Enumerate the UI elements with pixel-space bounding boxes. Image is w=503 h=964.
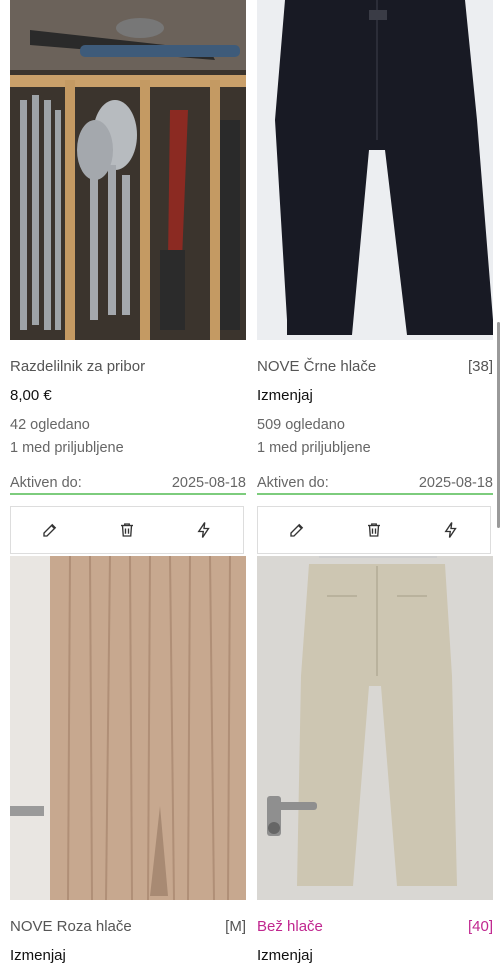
listing-price: Izmenjaj [257, 947, 313, 964]
active-date: 2025-08-18 [171, 475, 246, 491]
listing-favorites: 1 med priljubljene [257, 440, 371, 456]
listing-title-text[interactable]: NOVE Roza hlače [10, 918, 132, 935]
page-scrollbar[interactable] [497, 322, 500, 528]
listing-title[interactable]: Razdelilnik za pribor [10, 358, 246, 375]
trash-icon[interactable] [115, 518, 139, 542]
pencil-icon[interactable] [285, 518, 309, 542]
listing-title-text[interactable]: NOVE Črne hlače [257, 358, 376, 375]
listing-title[interactable]: NOVE Črne hlače [38] [257, 358, 493, 375]
listing-title-text[interactable]: Bež hlače [257, 918, 323, 935]
listing-title-text[interactable]: Razdelilnik za pribor [10, 358, 145, 375]
lightning-icon[interactable] [192, 518, 216, 542]
listing-size: [40] [467, 918, 493, 935]
listing-title[interactable]: NOVE Roza hlače [M] [10, 918, 246, 935]
listing-size: [M] [225, 918, 246, 935]
listing-price: Izmenjaj [257, 387, 313, 404]
listing-photo-pink-trousers[interactable] [10, 556, 246, 900]
listing-actions [257, 506, 491, 554]
active-label: Aktiven do: [257, 475, 329, 491]
listing-views: 42 ogledano [10, 417, 90, 433]
listing-photo-beige-trousers[interactable] [257, 556, 493, 900]
active-label: Aktiven do: [10, 475, 82, 491]
listing-price: Izmenjaj [10, 947, 66, 964]
listing-size: [38] [467, 358, 493, 375]
listing-title[interactable]: Bež hlače [40] [257, 918, 493, 935]
listing-active-until: Aktiven do: 2025-08-18 [10, 475, 246, 495]
lightning-icon[interactable] [439, 518, 463, 542]
listing-photo-black-trousers[interactable] [257, 0, 493, 340]
pencil-icon[interactable] [38, 518, 62, 542]
active-date: 2025-08-18 [418, 475, 493, 491]
listing-active-until: Aktiven do: 2025-08-18 [257, 475, 493, 495]
listing-price: 8,00 € [10, 387, 52, 404]
trash-icon[interactable] [362, 518, 386, 542]
listing-views: 509 ogledano [257, 417, 345, 433]
listing-actions [10, 506, 244, 554]
listing-favorites: 1 med priljubljene [10, 440, 124, 456]
listing-photo-cutlery[interactable] [10, 0, 246, 340]
